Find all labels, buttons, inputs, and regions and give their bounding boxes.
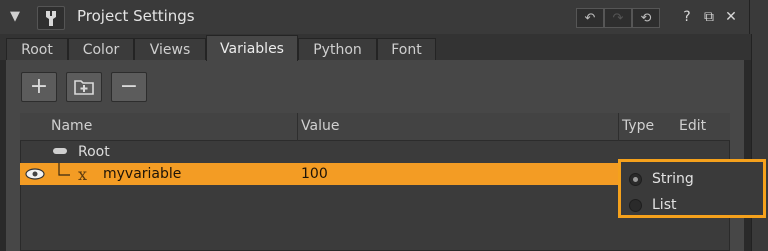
tab-views[interactable]: Views (134, 38, 206, 60)
tab-root[interactable]: Root (6, 38, 68, 60)
tab-color[interactable]: Color (68, 38, 134, 60)
svg-text:x: x (78, 165, 87, 183)
row-value[interactable]: 100 (301, 166, 328, 182)
add-group-button[interactable] (66, 72, 102, 102)
close-button[interactable]: ✕ (721, 7, 741, 27)
row-name[interactable]: myvariable (103, 166, 181, 182)
tab-python[interactable]: Python (298, 38, 377, 60)
tab-font[interactable]: Font (377, 38, 436, 60)
wrench-icon-graphic (46, 11, 56, 26)
title-bar-divider (749, 0, 750, 34)
column-header-name[interactable]: Name (51, 118, 92, 134)
folder-plus-icon (74, 80, 94, 95)
vertical-scrollbar[interactable] (751, 34, 768, 251)
undo-redo-group: ↶ ↷ ⟲ (576, 8, 660, 28)
collapse-arrow-icon[interactable]: ▼ (10, 8, 28, 26)
variable-icon: x (78, 165, 87, 183)
add-variable-button[interactable]: + (21, 72, 57, 102)
tree-branch-icon (58, 163, 70, 176)
column-divider (618, 113, 619, 141)
group-icon (53, 148, 67, 154)
help-button[interactable]: ? (677, 7, 697, 27)
wrench-icon[interactable] (37, 6, 65, 30)
revert-button[interactable]: ⟲ (632, 8, 660, 28)
type-menu: String List (618, 159, 766, 218)
float-button[interactable]: ⧉ (699, 7, 719, 27)
row-name: Root (78, 144, 110, 160)
type-option-label: String (652, 171, 694, 187)
redo-button[interactable]: ↷ (604, 8, 632, 28)
eye-icon[interactable] (24, 167, 46, 181)
undo-button[interactable]: ↶ (576, 8, 604, 28)
type-option-label: List (652, 197, 677, 213)
type-option-string[interactable]: String (629, 169, 694, 189)
remove-variable-button[interactable]: − (111, 72, 147, 102)
radio-button[interactable] (629, 172, 642, 186)
type-option-list[interactable]: List (629, 195, 676, 215)
project-settings-panel: ▼ Project Settings ↶ ↷ ⟲ ? ⧉ ✕ Root Colo… (0, 0, 768, 251)
panel-title: Project Settings (77, 7, 195, 25)
column-header-type[interactable]: Type (622, 118, 654, 134)
column-header-edit[interactable]: Edit (679, 118, 706, 134)
tab-variables[interactable]: Variables (206, 35, 298, 61)
column-divider (297, 113, 298, 141)
radio-button[interactable] (629, 198, 642, 212)
column-header-value[interactable]: Value (301, 118, 339, 134)
